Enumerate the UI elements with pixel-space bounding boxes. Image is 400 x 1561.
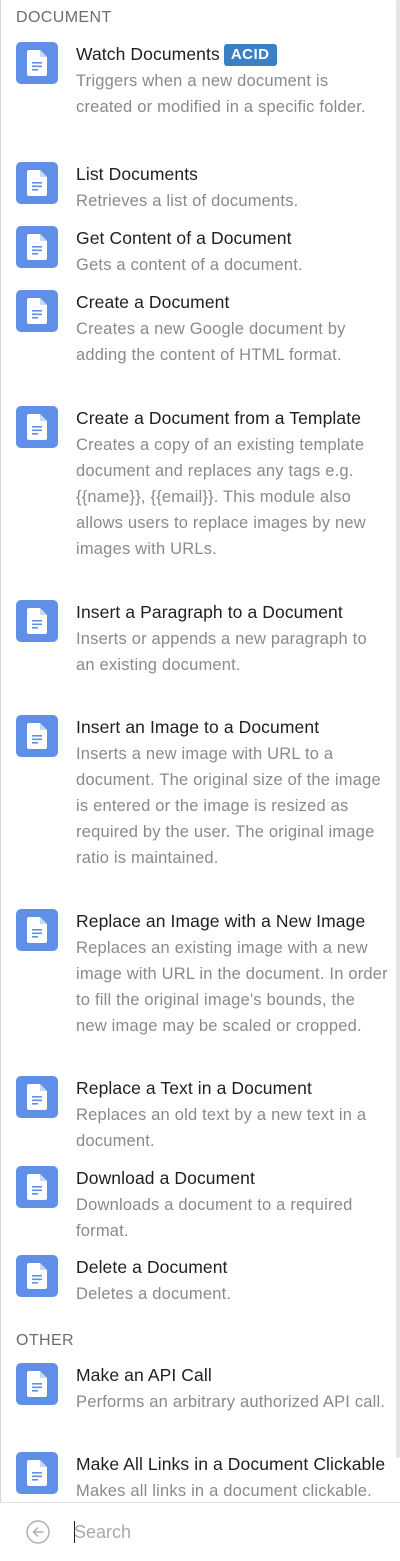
section-header-document: DOCUMENT bbox=[16, 9, 112, 26]
module-title: Get Content of a Document bbox=[76, 228, 292, 248]
google-docs-icon bbox=[16, 1452, 58, 1494]
module-description: Triggers when a new document is created … bbox=[76, 72, 366, 116]
module-description: Deletes a document. bbox=[76, 1285, 232, 1303]
module-description: Creates a new Google document by adding … bbox=[76, 320, 346, 364]
module-title: Delete a Document bbox=[76, 1257, 228, 1277]
module-description: Replaces an existing image with a new im… bbox=[76, 939, 388, 1035]
back-arrow-circle-icon[interactable] bbox=[26, 1520, 50, 1544]
scrollbar[interactable] bbox=[394, 0, 400, 1500]
module-title: Insert an Image to a Document bbox=[76, 717, 320, 737]
acid-badge: ACID bbox=[223, 44, 277, 66]
module-title: Insert a Paragraph to a Document bbox=[76, 602, 343, 622]
module-title: Replace an Image with a New Image bbox=[76, 911, 366, 931]
module-title: Create a Document from a Template bbox=[76, 408, 362, 428]
module-description: Makes all links in a document clickable. bbox=[76, 1482, 372, 1500]
module-description: Creates a copy of an existing template d… bbox=[76, 436, 366, 558]
module-list-panel: DOCUMENT Watch Documents ACID Triggers wh… bbox=[0, 0, 400, 1502]
module-description: Gets a content of a document. bbox=[76, 256, 303, 274]
module-title: Download a Document bbox=[76, 1168, 255, 1188]
module-title: Make All Links in a Document Clickable bbox=[76, 1454, 386, 1474]
module-description: Inserts a new image with URL to a docume… bbox=[76, 745, 381, 867]
module-description: Replaces an old text by a new text in a … bbox=[76, 1106, 367, 1150]
google-docs-icon bbox=[16, 1166, 58, 1208]
module-title: List Documents bbox=[76, 164, 199, 184]
text-caret bbox=[74, 1521, 75, 1543]
google-docs-icon bbox=[16, 600, 58, 642]
module-title: Make an API Call bbox=[76, 1365, 212, 1385]
google-docs-icon bbox=[16, 715, 58, 757]
module-description: Retrieves a list of documents. bbox=[76, 192, 299, 210]
google-docs-icon bbox=[16, 162, 58, 204]
google-docs-icon bbox=[16, 406, 58, 448]
google-docs-icon bbox=[16, 42, 58, 84]
module-title: Create a Document bbox=[76, 292, 230, 312]
search-input[interactable] bbox=[74, 1517, 374, 1547]
google-docs-icon bbox=[16, 226, 58, 268]
search-bar bbox=[0, 1502, 400, 1561]
module-description: Downloads a document to a required forma… bbox=[76, 1196, 353, 1240]
module-title: Watch Documents ACID bbox=[76, 42, 400, 66]
google-docs-icon bbox=[16, 1255, 58, 1297]
scrollbar-thumb[interactable] bbox=[396, 0, 400, 1458]
google-docs-icon bbox=[16, 909, 58, 951]
google-docs-icon bbox=[16, 290, 58, 332]
module-title: Replace a Text in a Document bbox=[76, 1078, 312, 1098]
module-description: Inserts or appends a new paragraph to an… bbox=[76, 630, 367, 674]
google-docs-icon bbox=[16, 1363, 58, 1405]
google-docs-icon bbox=[16, 1076, 58, 1118]
module-description: Performs an arbitrary authorized API cal… bbox=[76, 1393, 386, 1411]
section-header-other: OTHER bbox=[16, 1332, 74, 1349]
